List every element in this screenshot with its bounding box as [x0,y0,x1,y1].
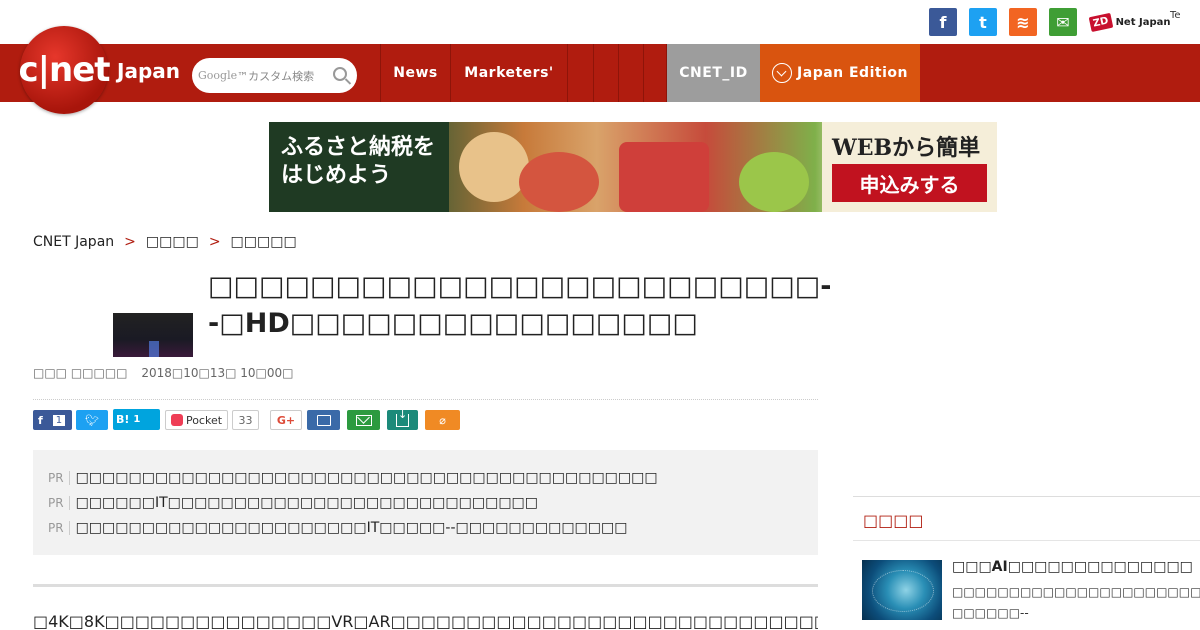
cnet-logo[interactable]: c|net [18,26,111,114]
pocket-label: Pocket [185,413,223,427]
banner-ad[interactable]: ふるさと納税を はじめよう WEBから簡単 申込みする [269,122,997,212]
clip-button[interactable]: ⌀ [425,410,460,430]
save-button[interactable] [387,408,418,430]
sidebar-heading: □□□□ [853,497,1200,541]
hatena-icon: B! [116,413,130,426]
print-icon [316,414,331,426]
banner-cta-area: WEBから簡単 申込みする [822,122,997,212]
byline-date: 2018□10□13□ 10□00□ [141,366,294,380]
pr-links-box: PR □□□□□□□□□□□□□□□□□□□□□□□□□□□□□□□□□□□□□… [33,450,818,555]
divider [33,584,818,587]
facebook-share-button[interactable]: f 1 [33,410,72,430]
edition-selector[interactable]: Japan Edition [760,44,920,102]
pr-tag: PR [48,520,70,535]
pr-link-text[interactable]: □□□□□□□□□□□□□□□□□□□□□□□□□□□□□□□□□□□□□□□□… [76,470,658,486]
nav-item-3[interactable] [567,44,593,102]
sidebar-item-thumbnail[interactable] [862,560,942,620]
tech-link[interactable]: Te [1170,10,1181,21]
breadcrumb: CNET Japan > □□□□ > □□□□□ [33,234,297,250]
hatena-count: 1 [133,414,141,425]
byline: □□□ □□□□□ 2018□10□13□ 10□00□ [33,366,303,380]
article-title: □□□□□□□□□□□□□□□□□□□□□□□□--□HD□□□□□□□□□□□… [208,271,832,339]
sidebar-item-title[interactable]: □□□AI□□□□□□□□□□□□□□ [952,559,1193,575]
twitter-icon: 🐦︎ [85,413,99,427]
search-input[interactable]: Google ™カスタム検索 [192,58,357,93]
mail-icon[interactable]: ✉ [1049,8,1077,36]
mail-icon [355,414,372,426]
sidebar-item-description: □□□□□□□□□□□□□□□□□□□□□□□ □□□□□□--□□□□□□□□… [952,585,1200,630]
divider [33,399,818,400]
google-plus-button[interactable]: G+ [270,410,302,430]
pocket-count: 33 [232,410,259,430]
facebook-share-count: 1 [52,414,66,426]
nav-marketers[interactable]: Marketers' [450,44,567,102]
pr-link-text[interactable]: □□□□□□IT□□□□□□□□□□□□□□□□□□□□□□□□□□□□ [76,495,538,511]
pr-tag: PR [48,495,70,510]
grapes-image [739,152,809,212]
pr-item[interactable]: PR □□□□□□□□□□□□□□□□□□□□□□□□□□□□□□□□□□□□□… [48,465,803,490]
rss-icon[interactable]: ≋ [1009,8,1037,36]
print-button[interactable] [307,410,340,430]
nav-news[interactable]: News [380,44,450,102]
logo-japan-label: Japan [117,59,180,83]
pocket-icon [170,414,183,426]
article-thumbnail [113,313,193,357]
twitter-icon[interactable]: t [969,8,997,36]
banner-apply-button[interactable]: 申込みする [832,164,987,202]
breadcrumb-home[interactable]: CNET Japan [33,234,114,250]
zdnet-label: Net Japan [1115,16,1171,28]
nav-item-4[interactable] [593,44,618,102]
pr-tag: PR [48,470,70,485]
breadcrumb-level2[interactable]: □□□□□ [231,234,297,250]
byline-author: □□□ □□□□□ [33,366,128,380]
banner-web-text: WEBから簡単 [832,135,981,161]
search-placeholder: ™カスタム検索 [237,69,315,83]
nav-item-5[interactable] [618,44,643,102]
pr-link-text[interactable]: □□□□□□□□□□□□□□□□□□□□□□IT□□□□□--□□□□□□□□□… [76,520,628,536]
tuna-image [619,142,709,212]
google-label: Google [198,69,238,82]
twitter-share-button[interactable]: 🐦︎ [76,410,108,430]
breadcrumb-level1[interactable]: □□□□ [146,234,199,250]
chevron-down-icon [772,63,793,83]
breadcrumb-separator: > [124,234,136,250]
pr-item[interactable]: PR □□□□□□□□□□□□□□□□□□□□□□IT□□□□□--□□□□□□… [48,515,803,540]
hatena-bookmark-button[interactable]: B! 1 [113,409,160,430]
zdnet-logo-icon: ZD [1088,12,1113,32]
banner-left-text: ふるさと納税を はじめよう [269,122,449,212]
email-share-button[interactable] [347,410,380,430]
cnet-id-button[interactable]: CNET_ID [667,44,760,102]
edition-label: Japan Edition [797,65,908,81]
download-icon [396,408,409,427]
pr-item[interactable]: PR □□□□□□IT□□□□□□□□□□□□□□□□□□□□□□□□□□□□ [48,490,803,515]
facebook-icon: f [38,413,43,427]
breadcrumb-separator: > [208,234,221,250]
top-utility-bar: f t ≋ ✉ ZD Net Japan Te [0,0,1200,44]
article-lead: □4K□8K□□□□□□□□□□□□□□□VR□AR□□□□□□□□□□□□□□… [33,612,818,630]
nav-item-6[interactable] [643,44,667,102]
paperclip-icon: ⌀ [439,413,446,427]
zdnet-japan-link[interactable]: ZD Net Japan [1088,10,1171,34]
search-icon[interactable] [333,67,347,81]
crab-image [519,152,599,212]
pocket-button[interactable]: Pocket [165,410,228,430]
facebook-icon[interactable]: f [929,8,957,36]
food-image [459,132,529,202]
